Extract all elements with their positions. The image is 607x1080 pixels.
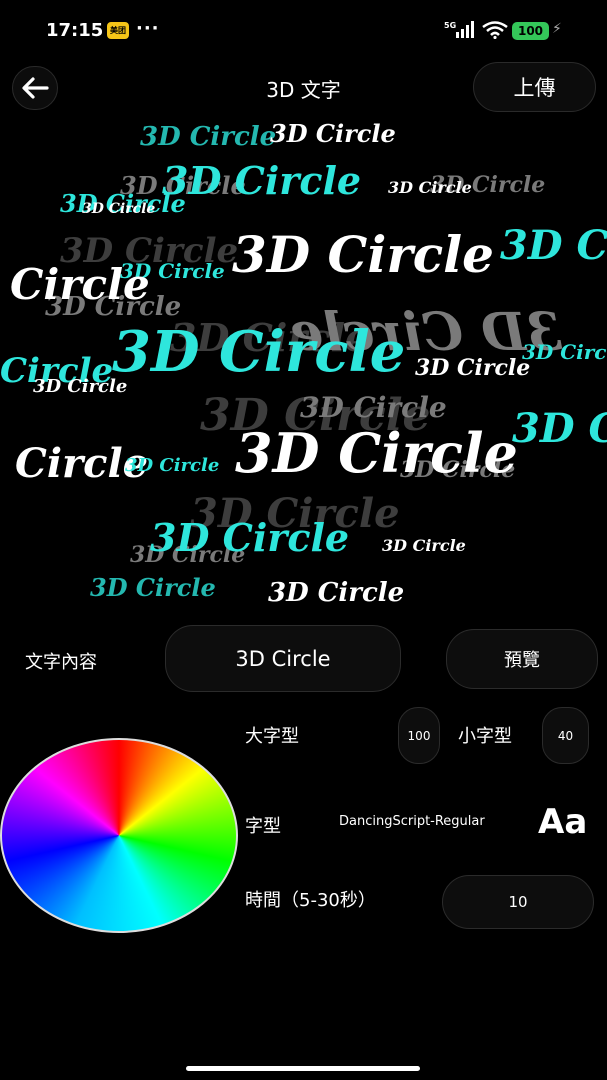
sphere-word: 3D Circle <box>162 158 362 203</box>
sphere-word: 3D Circle <box>300 391 447 424</box>
text-content-label: 文字內容 <box>25 652 97 673</box>
sphere-word: 3D Circle <box>415 355 531 381</box>
text-content-input[interactable]: 3D Circle <box>165 625 401 692</box>
sphere-word: 3D Circle <box>522 340 607 364</box>
sphere-word: 3D Circle <box>90 573 216 602</box>
font-name[interactable]: DancingScript-Regular <box>339 814 485 829</box>
sphere-word: 3D Circle <box>382 536 466 555</box>
app-badge-icon: 美团 <box>107 22 129 39</box>
sphere-word: 3D Circle <box>112 319 406 385</box>
sphere-preview: 3D Circle 3D Circle 3D Circle 3D Circle … <box>0 114 607 614</box>
sphere-word: 3D Circle <box>388 178 472 197</box>
battery-icon: 100 <box>512 22 549 40</box>
sphere-word: 3D Circle <box>270 119 396 148</box>
duration-label: 時間（5-30秒） <box>245 890 376 911</box>
wifi-icon <box>482 21 508 39</box>
charging-icon: ⚡ <box>552 21 562 37</box>
upload-button[interactable]: 上傳 <box>473 62 596 112</box>
sphere-word: 3D Circle <box>512 405 607 452</box>
font-select-icon[interactable]: Aa <box>538 802 587 842</box>
font-label: 字型 <box>245 816 281 837</box>
small-font-label: 小字型 <box>458 726 512 747</box>
sphere-word: 3D Circle <box>125 455 220 476</box>
preview-button[interactable]: 預覽 <box>446 629 598 689</box>
color-wheel-picker[interactable] <box>0 738 238 933</box>
status-bar: 17:15 美团 ··· 5G 100 ⚡ <box>0 0 607 62</box>
sphere-word: 3D Circle <box>150 515 350 560</box>
large-font-size-input[interactable]: 100 <box>398 707 440 764</box>
home-indicator[interactable] <box>186 1066 420 1071</box>
sphere-word: 3D Circle <box>232 225 494 284</box>
svg-text:5G: 5G <box>444 21 456 30</box>
sphere-word: 3D Circle <box>500 222 607 269</box>
sphere-edge-word: Circle <box>10 260 150 309</box>
sphere-word: 3D Circle <box>140 122 277 152</box>
large-font-label: 大字型 <box>245 726 299 747</box>
small-font-size-input[interactable]: 40 <box>542 707 589 764</box>
status-time: 17:15 <box>46 20 104 41</box>
more-notifications-icon: ··· <box>136 18 160 39</box>
sphere-word: 3D Circle <box>82 201 156 217</box>
sphere-word: 3D Circle <box>235 421 518 485</box>
sphere-word: 3D Circle <box>268 578 405 608</box>
duration-input[interactable]: 10 <box>442 875 594 929</box>
cellular-signal-icon: 5G <box>444 21 474 38</box>
